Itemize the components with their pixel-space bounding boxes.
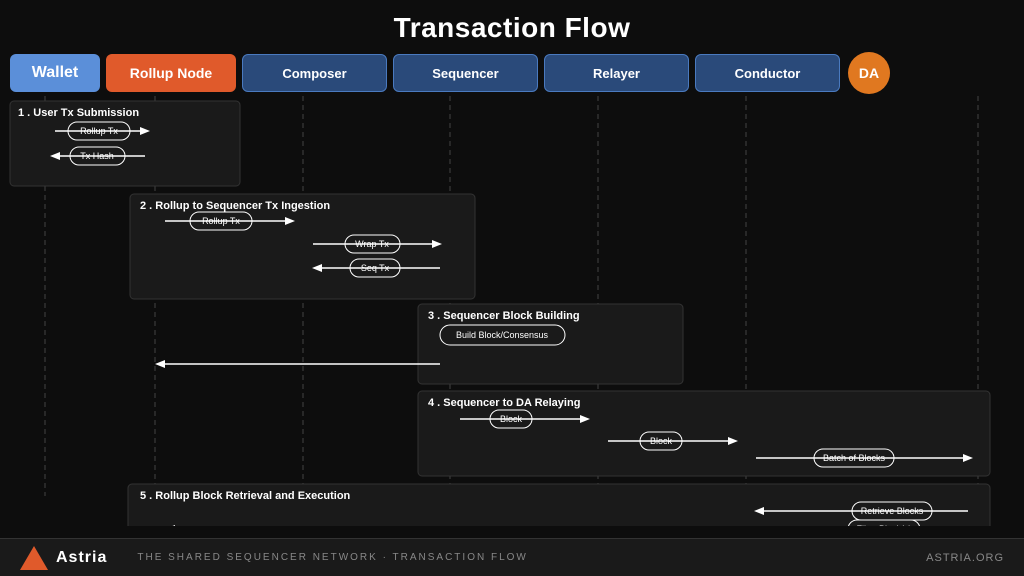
svg-text:Filter Block(s): Filter Block(s) [856, 524, 911, 526]
svg-text:Rollup Tx: Rollup Tx [80, 126, 118, 136]
page-title: Transaction Flow [0, 0, 1024, 44]
svg-text:1 . User Tx Submission: 1 . User Tx Submission [18, 107, 139, 119]
svg-text:Seq Tx: Seq Tx [361, 263, 390, 273]
svg-text:2 . Rollup to Sequencer Tx In: 2 . Rollup to Sequencer Tx Ingestion [140, 200, 330, 212]
astria-logo-icon [20, 546, 48, 570]
svg-text:4 . Sequencer to DA Relaying: 4 . Sequencer to DA Relaying [428, 397, 580, 409]
svg-text:5 . Rollup Block Retrieval an: 5 . Rollup Block Retrieval and Execution [140, 490, 351, 502]
svg-text:Rollup Tx: Rollup Tx [202, 216, 240, 226]
footer-logo-text: Astria [56, 549, 107, 567]
svg-text:3 . Sequencer Block Building: 3 . Sequencer Block Building [428, 310, 580, 322]
svg-text:Block: Block [650, 436, 673, 446]
lanes-header: Wallet Rollup Node Composer Sequencer Re… [0, 44, 1024, 94]
footer: Astria THE SHARED SEQUENCER NETWORK · TR… [0, 538, 1024, 576]
svg-text:Retrieve Blocks: Retrieve Blocks [861, 506, 924, 516]
diagram-svg: 1 . User Tx Submission Rollup Tx Tx Hash… [0, 96, 1024, 526]
main-container: Transaction Flow Wallet Rollup Node Comp… [0, 0, 1024, 576]
svg-text:Block: Block [500, 414, 523, 424]
svg-text:Build Block/Consensus: Build Block/Consensus [456, 330, 549, 340]
svg-text:Wrap Tx: Wrap Tx [355, 239, 389, 249]
diagram-area: 1 . User Tx Submission Rollup Tx Tx Hash… [0, 96, 1024, 526]
lane-conductor: Conductor [695, 54, 840, 92]
svg-text:Tx Hash: Tx Hash [80, 151, 114, 161]
footer-url: ASTRIA.ORG [926, 552, 1004, 564]
lane-wallet: Wallet [10, 54, 100, 92]
lane-sequencer: Sequencer [393, 54, 538, 92]
footer-logo: Astria [20, 546, 107, 570]
footer-subtitle: THE SHARED SEQUENCER NETWORK · TRANSACTI… [137, 552, 528, 563]
lane-rollup: Rollup Node [106, 54, 236, 92]
lane-composer: Composer [242, 54, 387, 92]
svg-text:Batch of Blocks: Batch of Blocks [823, 453, 886, 463]
lane-relayer: Relayer [544, 54, 689, 92]
lane-da: DA [848, 52, 890, 94]
